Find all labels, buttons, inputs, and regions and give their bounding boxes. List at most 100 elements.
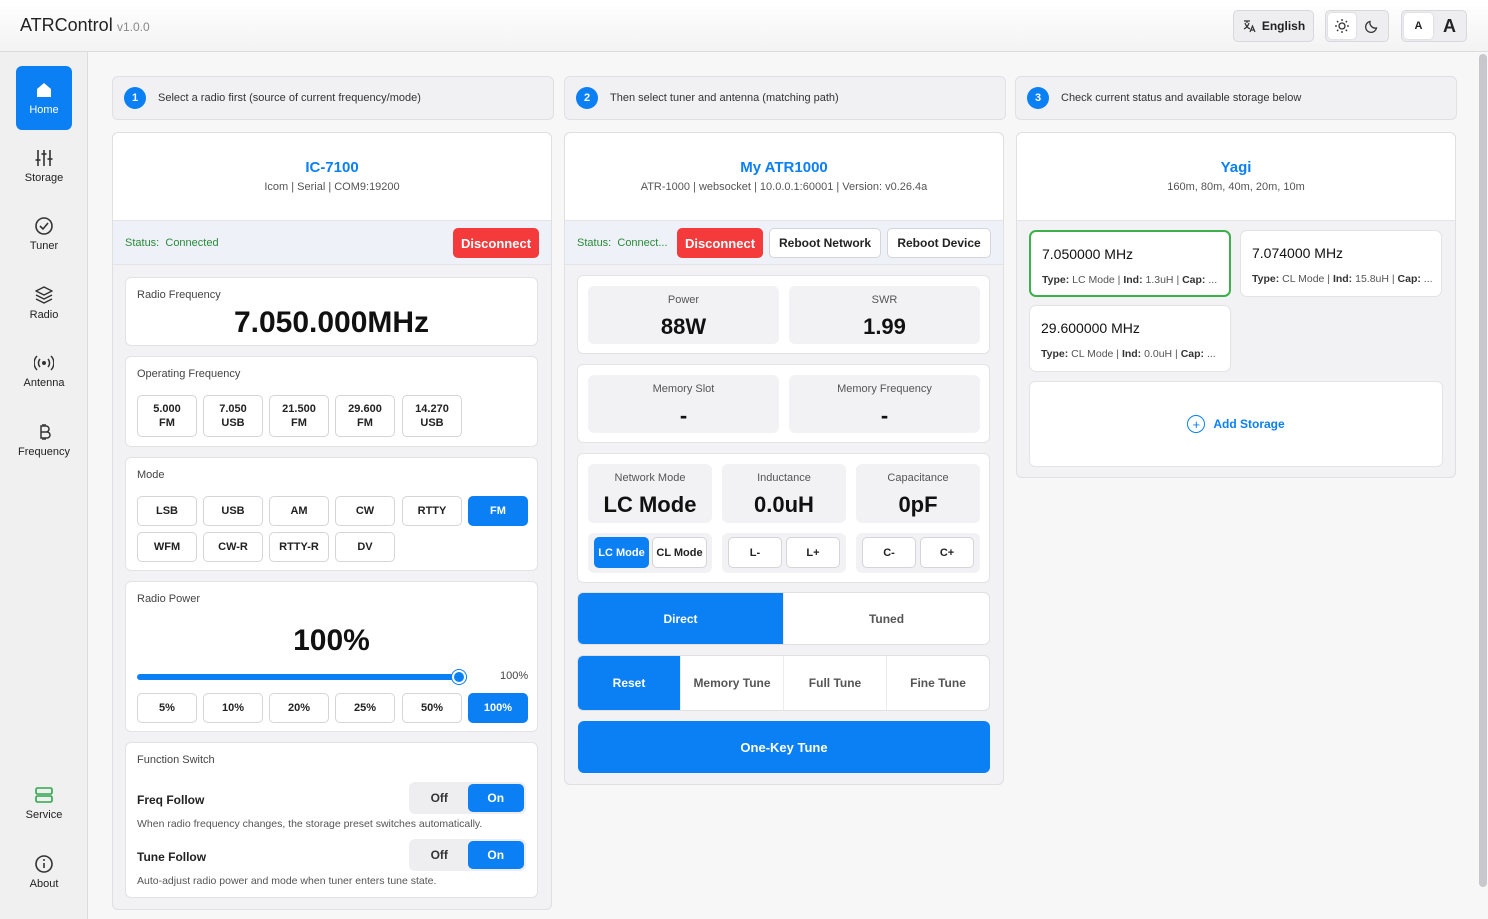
dark-theme-button[interactable] (1358, 13, 1386, 39)
freq-follow-on[interactable]: On (467, 784, 524, 812)
one-key-tune-button[interactable]: One-Key Tune (578, 721, 990, 773)
light-theme-button[interactable] (1328, 13, 1356, 39)
translate-icon (1243, 20, 1256, 33)
sidebar-item-tuner[interactable]: Tuner (16, 202, 72, 266)
l-minus-button[interactable]: L- (728, 537, 782, 568)
fine-tune-button[interactable]: Fine Tune (887, 656, 989, 710)
storage-info: Type: CL Mode | Ind: 15.8uH | Cap: ... (1252, 273, 1433, 285)
reboot-device-button[interactable]: Reboot Device (887, 228, 991, 258)
server-icon (35, 787, 53, 803)
full-tune-button[interactable]: Full Tune (784, 656, 887, 710)
freq-follow-label: Freq Follow (137, 793, 205, 807)
reboot-network-button[interactable]: Reboot Network (769, 228, 881, 258)
sidebar-item-frequency[interactable]: Frequency (16, 408, 72, 472)
radio-header: IC-7100 Icom | Serial | COM9:19200 (113, 133, 551, 221)
op-freq-chip[interactable]: 7.050 USB (203, 395, 263, 437)
mode-label: Mode (137, 469, 165, 481)
font-small-button[interactable]: A (1404, 13, 1433, 39)
tuner-disconnect-button[interactable]: Disconnect (677, 228, 763, 258)
op-freq-chip[interactable]: 14.270 USB (402, 395, 462, 437)
sidebar-item-storage[interactable]: Storage (16, 134, 72, 198)
memory-slot-value: - (679, 403, 688, 428)
network-mode-metric: Network Mode LC Mode (588, 464, 712, 523)
tune-action-bar: Reset Memory Tune Full Tune Fine Tune (577, 655, 990, 711)
power-slider-track[interactable] (137, 674, 459, 680)
op-freq-chip[interactable]: 5.000 FM (137, 395, 197, 437)
font-size-switch: A A (1401, 10, 1467, 42)
top-bar: ATRControl v1.0.0 English A A (0, 0, 1488, 52)
direct-button[interactable]: Direct (578, 593, 784, 644)
sidebar-item-about[interactable]: About (16, 840, 72, 904)
power-preset-5[interactable]: 5% (137, 693, 197, 723)
memory-card: Memory Slot - Memory Frequency - (577, 364, 990, 443)
radio-power-card: Radio Power 100% 100% 5% 10% 20% 25% 50%… (125, 581, 538, 732)
language-button[interactable]: English (1233, 10, 1314, 42)
operating-frequency-card: Operating Frequency 5.000 FM 7.050 USB 21.… (125, 356, 538, 447)
step-1: 1 Select a radio first (source of curren… (112, 76, 554, 120)
radio-name[interactable]: IC-7100 (113, 159, 551, 176)
memory-tune-button[interactable]: Memory Tune (681, 656, 784, 710)
step-2: 2 Then select tuner and antenna (matchin… (564, 76, 1006, 120)
radio-disconnect-button[interactable]: Disconnect (453, 228, 539, 258)
home-icon (37, 83, 51, 97)
mode-button-cw-r[interactable]: CW-R (203, 532, 263, 562)
tuner-name[interactable]: My ATR1000 (565, 159, 1003, 176)
check-circle-icon (35, 217, 53, 235)
power-metric: Power 88W (588, 286, 779, 344)
sidebar-item-service[interactable]: Service (16, 771, 72, 835)
add-storage-button[interactable]: + Add Storage (1029, 381, 1443, 467)
mode-button-cw[interactable]: CW (335, 496, 395, 526)
antenna-name[interactable]: Yagi (1017, 159, 1455, 176)
sidebar-item-home[interactable]: Home (16, 66, 72, 130)
mode-button-am[interactable]: AM (269, 496, 329, 526)
mode-button-dv[interactable]: DV (335, 532, 395, 562)
storage-frequency: 7.050000 MHz (1042, 246, 1134, 262)
mode-button-usb[interactable]: USB (203, 496, 263, 526)
storage-item[interactable]: 7.074000 MHz Type: CL Mode | Ind: 15.8uH… (1240, 230, 1442, 297)
reset-button[interactable]: Reset (578, 656, 681, 710)
sidebar-item-antenna[interactable]: Antenna (16, 339, 72, 403)
power-preset-25[interactable]: 25% (335, 693, 395, 723)
tune-follow-on[interactable]: On (467, 841, 524, 869)
app-version: v1.0.0 (117, 20, 150, 34)
radio-frequency-card: Radio Frequency 7.050.000MHz (125, 277, 538, 346)
capacitance-metric: Capacitance 0pF (856, 464, 980, 523)
tuned-button[interactable]: Tuned (784, 593, 989, 644)
radio-details: Icom | Serial | COM9:19200 (264, 181, 400, 193)
mode-button-rtty-r[interactable]: RTTY-R (269, 532, 329, 562)
mode-button-rtty[interactable]: RTTY (402, 496, 462, 526)
step-number: 1 (124, 87, 146, 109)
op-freq-chip[interactable]: 29.600 FM (335, 395, 395, 437)
storage-item[interactable]: 29.600000 MHz Type: CL Mode | Ind: 0.0uH… (1029, 305, 1231, 372)
network-mode-value: LC Mode (603, 492, 697, 517)
mode-card: Mode LSB USB AM CW RTTY FM WFM CW-R RTTY… (125, 457, 538, 571)
power-preset-100[interactable]: 100% (468, 693, 528, 723)
cl-mode-button[interactable]: CL Mode (652, 537, 707, 568)
freq-follow-off[interactable]: Off (411, 784, 468, 812)
layers-icon (35, 286, 53, 304)
bitcoin-icon (40, 424, 51, 440)
add-storage-label: Add Storage (1213, 417, 1285, 431)
freq-follow-toggle: Off On (409, 782, 526, 814)
l-plus-button[interactable]: L+ (786, 537, 840, 568)
scrollbar[interactable] (1479, 54, 1487, 887)
power-preset-20[interactable]: 20% (269, 693, 329, 723)
power-preset-10[interactable]: 10% (203, 693, 263, 723)
font-large-button[interactable]: A (1435, 13, 1464, 39)
mode-button-lsb[interactable]: LSB (137, 496, 197, 526)
op-freq-chip[interactable]: 21.500 FM (269, 395, 329, 437)
c-minus-button[interactable]: C- (862, 537, 916, 568)
c-plus-button[interactable]: C+ (920, 537, 974, 568)
storage-item[interactable]: 7.050000 MHz Type: LC Mode | Ind: 1.3uH … (1029, 230, 1231, 297)
step-3: 3 Check current status and available sto… (1015, 76, 1457, 120)
power-slider-handle[interactable] (452, 670, 466, 684)
sidebar-item-radio[interactable]: Radio (16, 271, 72, 335)
power-slider-value: 100% (500, 670, 529, 682)
step-text: Check current status and available stora… (1061, 92, 1302, 104)
power-preset-50[interactable]: 50% (402, 693, 462, 723)
radio-frequency-label: Radio Frequency (137, 289, 221, 301)
mode-button-wfm[interactable]: WFM (137, 532, 197, 562)
mode-button-fm[interactable]: FM (468, 496, 528, 526)
lc-mode-button[interactable]: LC Mode (594, 537, 649, 568)
tune-follow-off[interactable]: Off (411, 841, 468, 869)
